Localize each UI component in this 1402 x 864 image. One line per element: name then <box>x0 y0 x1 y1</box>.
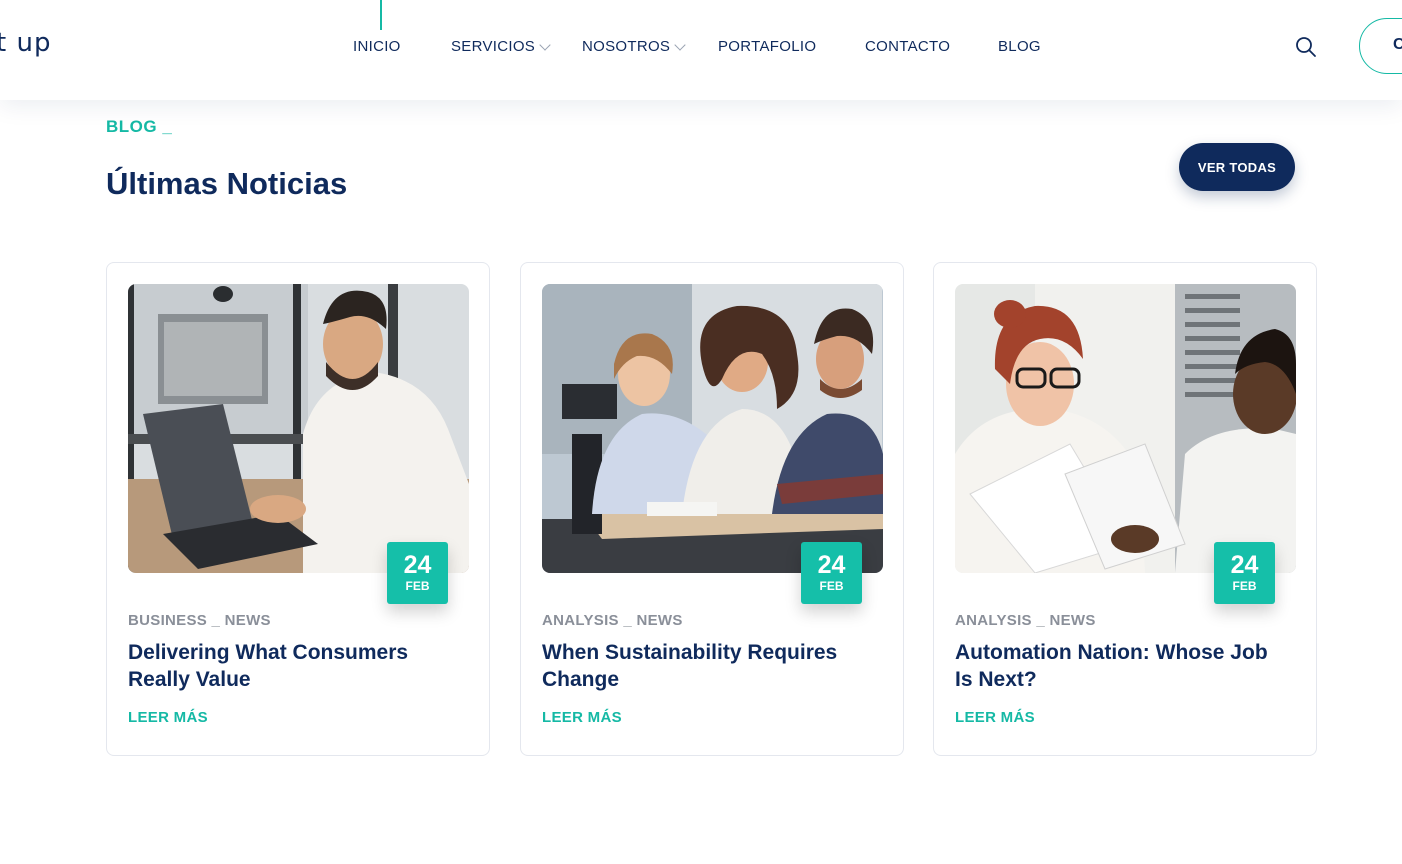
header-cta-button[interactable]: C <box>1359 18 1402 74</box>
post-date-day: 24 <box>1230 551 1259 579</box>
nav-item-label: NOSOTROS <box>582 38 671 55</box>
post-date-month: FEB <box>1232 579 1257 593</box>
nav-item-contacto[interactable]: CONTACTO <box>865 38 950 55</box>
post-category[interactable]: ANALYSIS _ NEWS <box>542 612 683 629</box>
blog-card[interactable]: 24 FEB ANALYSIS _ NEWS When Sustainabili… <box>520 262 904 756</box>
post-date-badge: 24 FEB <box>801 542 862 604</box>
post-title[interactable]: Delivering What Consumers Really Value <box>128 639 458 693</box>
post-category[interactable]: BUSINESS _ NEWS <box>128 612 271 629</box>
post-photo-team-meeting <box>542 284 883 573</box>
blog-card[interactable]: 24 FEB BUSINESS _ NEWS Delivering What C… <box>106 262 490 756</box>
header-cta-label: C <box>1393 36 1402 53</box>
post-photo-colleagues-discussion <box>955 284 1296 573</box>
post-date-badge: 24 FEB <box>1214 542 1275 604</box>
section-title: Últimas Noticias <box>106 166 348 201</box>
nav-item-inicio[interactable]: INICIO <box>353 38 401 55</box>
site-logo[interactable]: t up <box>0 28 51 58</box>
nav-item-label: SERVICIOS <box>451 38 536 55</box>
post-category[interactable]: ANALYSIS _ NEWS <box>955 612 1096 629</box>
post-image[interactable] <box>128 284 469 573</box>
section-eyebrow: BLOG _ <box>106 117 173 136</box>
read-more-link[interactable]: LEER MÁS <box>955 709 1035 726</box>
nav-item-portafolio[interactable]: PORTAFOLIO <box>718 38 816 55</box>
post-date-badge: 24 FEB <box>387 542 448 604</box>
view-all-button[interactable]: VER TODAS <box>1179 143 1295 191</box>
nav-item-label: BLOG <box>998 38 1041 55</box>
post-image[interactable] <box>542 284 883 573</box>
post-date-month: FEB <box>405 579 430 593</box>
post-title[interactable]: When Sustainability Requires Change <box>542 639 872 693</box>
read-more-link[interactable]: LEER MÁS <box>128 709 208 726</box>
site-header: t up INICIO SERVICIOS NOSOTROS PORTAFOLI… <box>0 0 1402 100</box>
blog-card[interactable]: 24 FEB ANALYSIS _ NEWS Automation Nation… <box>933 262 1317 756</box>
nav-item-servicios[interactable]: SERVICIOS <box>451 38 551 55</box>
page: t up INICIO SERVICIOS NOSOTROS PORTAFOLI… <box>0 0 1402 864</box>
post-date-day: 24 <box>403 551 432 579</box>
nav-item-label: PORTAFOLIO <box>718 38 817 55</box>
nav-item-nosotros[interactable]: NOSOTROS <box>582 38 686 55</box>
search-icon[interactable] <box>1295 36 1317 58</box>
post-date-month: FEB <box>819 579 844 593</box>
post-photo-office-man <box>128 284 469 573</box>
post-title[interactable]: Automation Nation: Whose Job Is Next? <box>955 639 1285 693</box>
read-more-link[interactable]: LEER MÁS <box>542 709 622 726</box>
chevron-down-icon <box>539 38 551 51</box>
post-image[interactable] <box>955 284 1296 573</box>
nav-item-label: CONTACTO <box>865 38 951 55</box>
chevron-down-icon <box>674 38 686 51</box>
post-date-day: 24 <box>817 551 846 579</box>
active-nav-indicator <box>380 0 382 30</box>
nav-item-blog[interactable]: BLOG <box>998 38 1041 55</box>
nav-item-label: INICIO <box>353 38 401 55</box>
